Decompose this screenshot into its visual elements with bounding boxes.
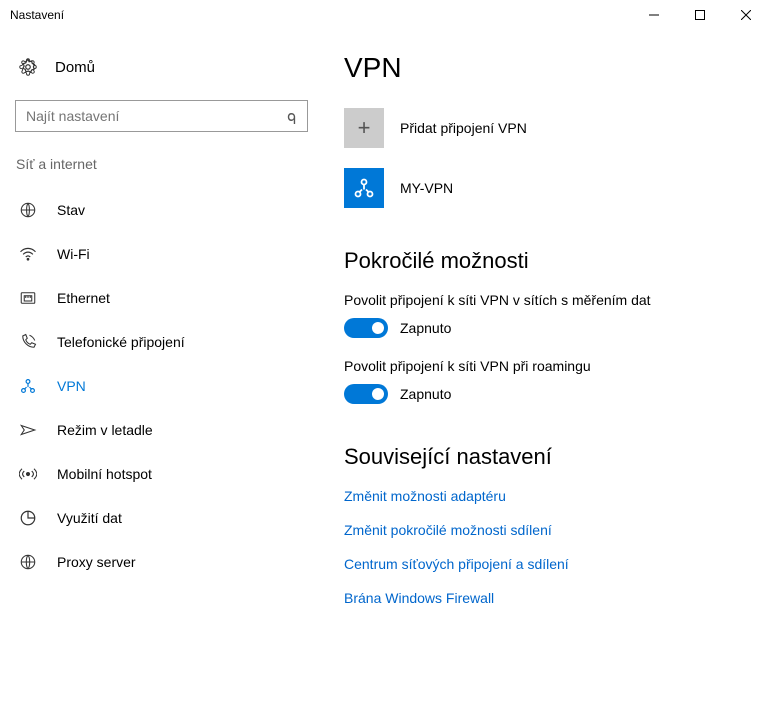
vpn-name-label: MY-VPN: [400, 180, 453, 196]
proxy-icon: [19, 553, 37, 571]
gear-icon: [19, 58, 37, 76]
close-button[interactable]: [723, 0, 769, 30]
roaming-toggle-row: Zapnuto: [344, 384, 749, 404]
titlebar: Nastavení: [0, 0, 769, 30]
roaming-toggle-state: Zapnuto: [400, 386, 451, 402]
sidebar-item-label: VPN: [57, 378, 86, 394]
sidebar-item-vpn[interactable]: VPN: [15, 364, 318, 408]
sidebar-item-wifi[interactable]: Wi-Fi: [15, 232, 318, 276]
sidebar-item-label: Wi-Fi: [57, 246, 90, 262]
minimize-button[interactable]: [631, 0, 677, 30]
category-label: Síť a internet: [15, 156, 318, 172]
window-controls: [631, 0, 769, 30]
add-vpn-label: Přidat připojení VPN: [400, 120, 527, 136]
sidebar-item-label: Mobilní hotspot: [57, 466, 152, 482]
roaming-toggle-label: Povolit připojení k síti VPN při roaming…: [344, 358, 749, 374]
vpn-tile-icon: [344, 168, 384, 208]
data-usage-icon: [19, 509, 37, 527]
add-vpn-button[interactable]: + Přidat připojení VPN: [344, 108, 749, 148]
vpn-connection-item[interactable]: MY-VPN: [344, 168, 749, 208]
sidebar-item-label: Využití dat: [57, 510, 122, 526]
sidebar: Domů ⍴ Síť a internet Stav Wi-Fi Etherne…: [0, 52, 318, 710]
sidebar-item-hotspot[interactable]: Mobilní hotspot: [15, 452, 318, 496]
vpn-icon: [19, 377, 37, 395]
metered-toggle-row: Zapnuto: [344, 318, 749, 338]
link-windows-firewall[interactable]: Brána Windows Firewall: [344, 590, 749, 606]
sidebar-item-status[interactable]: Stav: [15, 188, 318, 232]
phone-icon: [19, 333, 37, 351]
sidebar-item-label: Režim v letadle: [57, 422, 153, 438]
maximize-button[interactable]: [677, 0, 723, 30]
roaming-toggle[interactable]: [344, 384, 388, 404]
globe-icon: [19, 201, 37, 219]
plus-icon: +: [344, 108, 384, 148]
sidebar-item-label: Proxy server: [57, 554, 136, 570]
home-button[interactable]: Domů: [15, 52, 318, 82]
link-adapter-options[interactable]: Změnit možnosti adaptéru: [344, 488, 749, 504]
search-box[interactable]: ⍴: [15, 100, 308, 132]
sidebar-item-airplane[interactable]: Režim v letadle: [15, 408, 318, 452]
sidebar-item-ethernet[interactable]: Ethernet: [15, 276, 318, 320]
link-advanced-sharing[interactable]: Změnit pokročilé možnosti sdílení: [344, 522, 749, 538]
sidebar-item-data-usage[interactable]: Využití dat: [15, 496, 318, 540]
content: Domů ⍴ Síť a internet Stav Wi-Fi Etherne…: [0, 30, 769, 710]
search-input[interactable]: [26, 108, 287, 124]
window-title: Nastavení: [10, 8, 631, 22]
sidebar-item-label: Stav: [57, 202, 85, 218]
sidebar-item-proxy[interactable]: Proxy server: [15, 540, 318, 584]
home-label: Domů: [55, 59, 95, 76]
main-panel: VPN + Přidat připojení VPN MY-VPN Pokroč…: [318, 52, 769, 710]
metered-toggle[interactable]: [344, 318, 388, 338]
sidebar-item-label: Ethernet: [57, 290, 110, 306]
related-heading: Související nastavení: [344, 444, 749, 470]
page-title: VPN: [344, 52, 749, 84]
advanced-heading: Pokročilé možnosti: [344, 248, 749, 274]
metered-toggle-state: Zapnuto: [400, 320, 451, 336]
link-network-center[interactable]: Centrum síťových připojení a sdílení: [344, 556, 749, 572]
sidebar-item-label: Telefonické připojení: [57, 334, 185, 350]
ethernet-icon: [19, 289, 37, 307]
hotspot-icon: [19, 465, 37, 483]
airplane-icon: [19, 421, 37, 439]
metered-toggle-label: Povolit připojení k síti VPN v sítích s …: [344, 292, 749, 308]
sidebar-item-dialup[interactable]: Telefonické připojení: [15, 320, 318, 364]
wifi-icon: [19, 245, 37, 263]
search-icon: ⍴: [287, 107, 297, 125]
